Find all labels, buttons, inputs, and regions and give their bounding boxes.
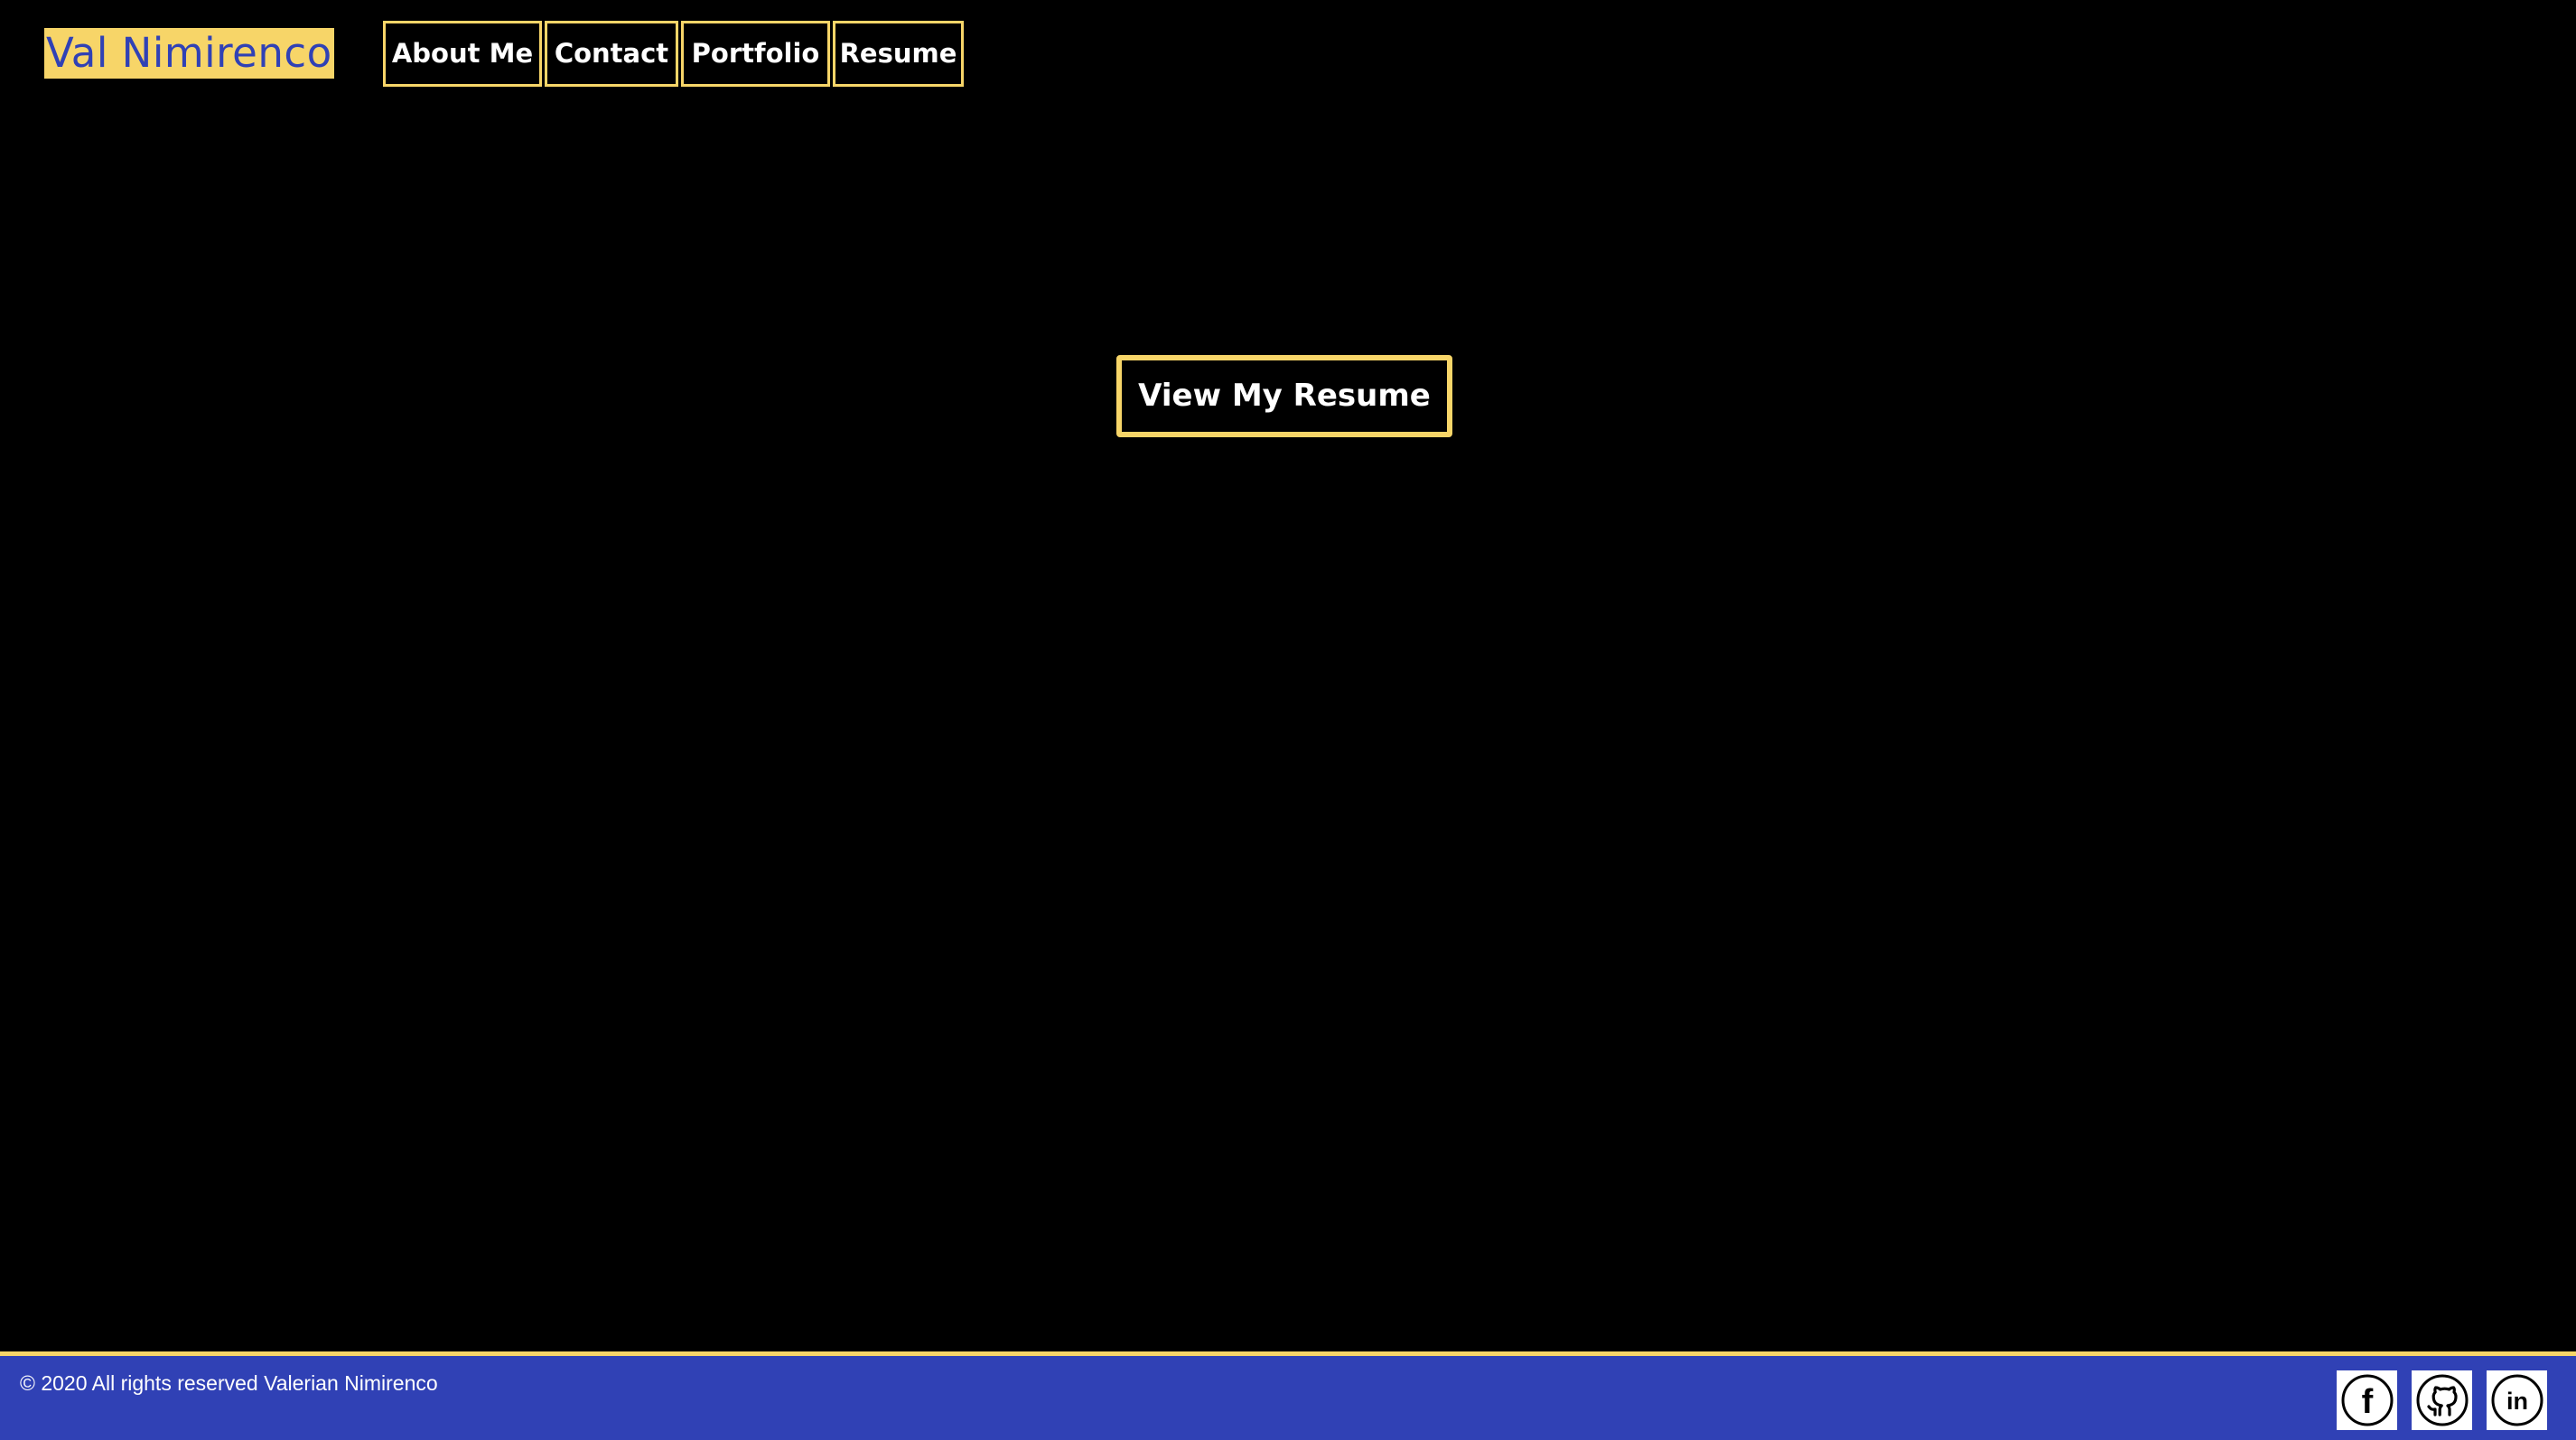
site-header: Val Nimirenco About Me Contact Portfolio… <box>0 0 2576 108</box>
github-icon <box>2416 1374 2468 1426</box>
copyright-text: © 2020 All rights reserved Valerian Nimi… <box>20 1371 438 1395</box>
view-resume-button[interactable]: View My Resume <box>1116 355 1452 437</box>
main-nav: About Me Contact Portfolio Resume <box>383 21 964 87</box>
site-footer: © 2020 All rights reserved Valerian Nimi… <box>0 1351 2576 1440</box>
facebook-icon: f <box>2341 1374 2393 1426</box>
linkedin-link[interactable]: in <box>2487 1370 2547 1430</box>
nav-portfolio[interactable]: Portfolio <box>681 21 830 87</box>
nav-resume[interactable]: Resume <box>833 21 964 87</box>
social-links: f in <box>2337 1370 2547 1430</box>
facebook-link[interactable]: f <box>2337 1370 2397 1430</box>
svg-text:f: f <box>2361 1383 2373 1421</box>
brand-logo-link[interactable]: Val Nimirenco <box>44 28 334 79</box>
main-content: View My Resume <box>0 108 2576 1351</box>
linkedin-icon: in <box>2491 1374 2543 1426</box>
nav-about-me[interactable]: About Me <box>383 21 542 87</box>
nav-contact[interactable]: Contact <box>545 21 678 87</box>
svg-text:in: in <box>2506 1388 2528 1415</box>
github-link[interactable] <box>2412 1370 2472 1430</box>
